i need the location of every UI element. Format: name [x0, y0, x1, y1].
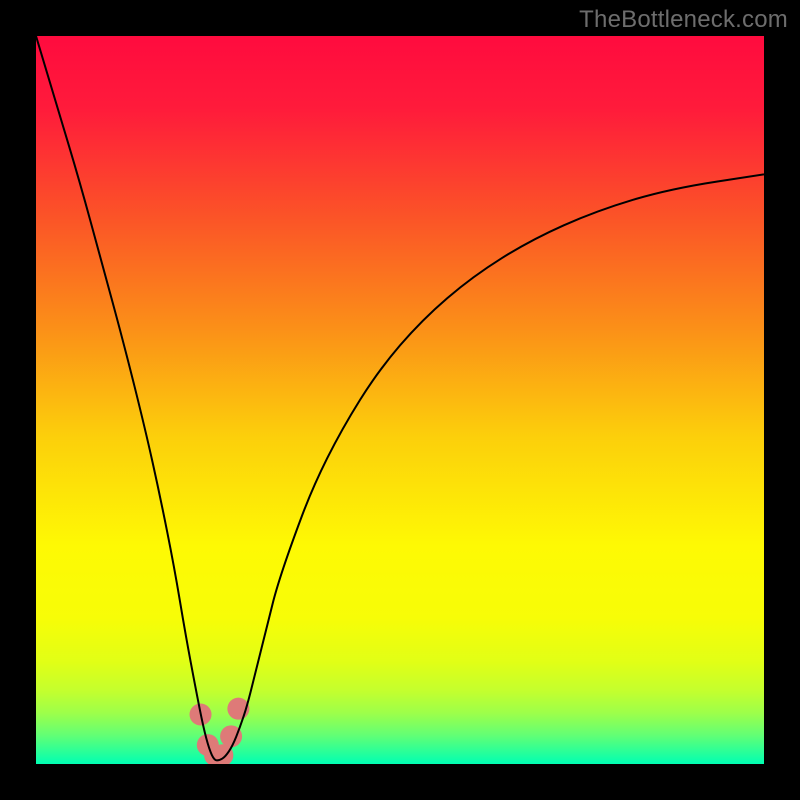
chart-frame: TheBottleneck.com: [0, 0, 800, 800]
plot-area: [36, 36, 764, 764]
watermark-text: TheBottleneck.com: [579, 6, 788, 34]
chart-svg: [36, 36, 764, 764]
chart-background: [36, 36, 764, 764]
